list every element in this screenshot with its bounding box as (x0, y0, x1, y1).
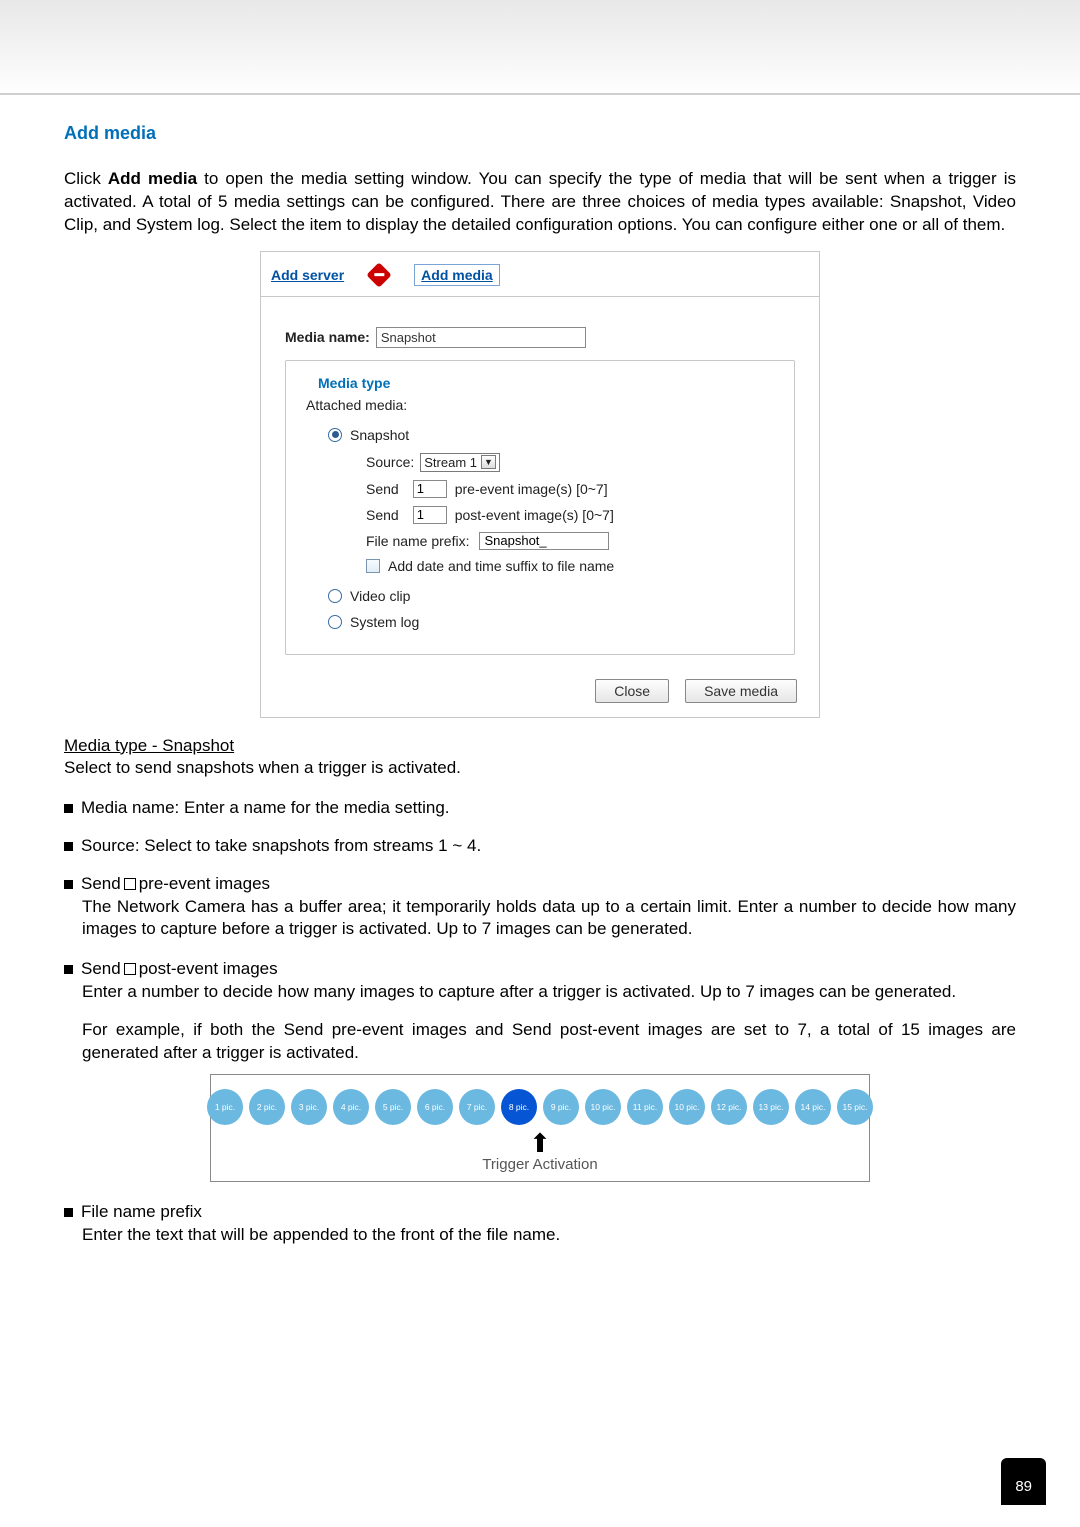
intro-text-a: Click (64, 169, 108, 188)
bullet-desc: Enter the text that will be appended to … (82, 1224, 1016, 1246)
bullet-text: Media name: Enter a name for the media s… (81, 798, 450, 818)
trigger-activation-label: Trigger Activation (221, 1156, 859, 1173)
source-value: Stream 1 (424, 455, 477, 470)
tab-add-media[interactable]: Add media (414, 264, 500, 286)
arrow-up-icon: ⬆ (221, 1133, 859, 1154)
date-suffix-row[interactable]: Add date and time suffix to file name (366, 558, 776, 574)
bullet-pre-event: Send pre-event images The Network Camera… (64, 874, 1016, 941)
placeholder-box-icon (124, 963, 136, 975)
panel-body: Media name: Media type Attached media: S… (261, 297, 819, 665)
radio-video-icon (328, 589, 342, 603)
bullet-desc: The Network Camera has a buffer area; it… (82, 896, 1016, 941)
prefix-row: File name prefix: (366, 532, 776, 550)
bullet-source: Source: Select to take snapshots from st… (64, 836, 1016, 856)
bullet-icon (64, 804, 73, 813)
source-select[interactable]: Stream 1 ▼ (420, 453, 500, 472)
media-name-label: Media name: (285, 329, 370, 345)
pre-event-row: Send pre-event image(s) [0~7] (366, 480, 776, 498)
send-label-1: Send (366, 481, 399, 497)
tab-add-server[interactable]: Add server (271, 267, 344, 283)
radio-syslog-label: System log (350, 614, 419, 630)
prefix-input[interactable] (479, 532, 609, 550)
media-settings-panel: Add server Add media Media name: Media t… (260, 251, 820, 718)
section-title: Add media (64, 123, 1016, 144)
diagram-circle: 15 pic. (837, 1089, 873, 1125)
placeholder-box-icon (124, 878, 136, 890)
bullet-lead: File name prefix (81, 1202, 202, 1222)
radio-video-label: Video clip (350, 588, 410, 604)
intro-paragraph: Click Add media to open the media settin… (64, 168, 1016, 237)
bullet-text: Source: Select to take snapshots from st… (81, 836, 481, 856)
bullet-list: Media name: Enter a name for the media s… (64, 798, 1016, 1246)
trigger-diagram: 1 pic.2 pic.3 pic.4 pic.5 pic.6 pic.7 pi… (210, 1074, 870, 1182)
diagram-circle: 9 pic. (543, 1089, 579, 1125)
diagram-circle: 8 pic. (501, 1089, 537, 1125)
radio-syslog-row[interactable]: System log (328, 614, 776, 630)
diagram-circle: 14 pic. (795, 1089, 831, 1125)
bullet-desc-2: For example, if both the Send pre-event … (82, 1019, 1016, 1064)
subheading-text: Select to send snapshots when a trigger … (64, 758, 1016, 778)
save-media-button[interactable]: Save media (685, 679, 797, 703)
prefix-label: File name prefix: (366, 533, 469, 549)
send-label-2: Send (366, 507, 399, 523)
attached-media-label: Attached media: (306, 397, 776, 413)
media-name-input[interactable] (376, 327, 586, 348)
date-suffix-label: Add date and time suffix to file name (388, 558, 614, 574)
radio-snapshot-label: Snapshot (350, 427, 409, 443)
bullet-lead-a: Send (81, 959, 121, 979)
bullet-desc-1: Enter a number to decide how many images… (82, 981, 1016, 1003)
intro-text-c: to open the media setting window. You ca… (64, 169, 1016, 234)
media-type-fieldset: Media type Attached media: Snapshot Sour… (285, 360, 795, 655)
bullet-icon (64, 842, 73, 851)
panel-buttons: Close Save media (261, 665, 819, 717)
bullet-icon (64, 965, 73, 974)
panel-tabs: Add server Add media (261, 251, 819, 297)
diagram-circle: 1 pic. (207, 1089, 243, 1125)
intro-bold: Add media (108, 169, 197, 188)
chevron-down-icon: ▼ (481, 455, 496, 469)
page-number: 89 (1001, 1458, 1046, 1505)
diagram-circle: 11 pic. (627, 1089, 663, 1125)
diagram-circle: 3 pic. (291, 1089, 327, 1125)
bullet-icon (64, 1208, 73, 1217)
bullet-lead-a: Send (81, 874, 121, 894)
pre-event-text: pre-event image(s) [0~7] (455, 481, 608, 497)
bullet-lead-b: pre-event images (139, 874, 270, 894)
diagram-circle: 6 pic. (417, 1089, 453, 1125)
diagram-circle: 4 pic. (333, 1089, 369, 1125)
diagram-circle: 13 pic. (753, 1089, 789, 1125)
diagram-circle: 12 pic. (711, 1089, 747, 1125)
diagram-circles: 1 pic.2 pic.3 pic.4 pic.5 pic.6 pic.7 pi… (221, 1089, 859, 1125)
radio-syslog-icon (328, 615, 342, 629)
source-label: Source: (366, 454, 414, 470)
subheading: Media type - Snapshot (64, 736, 1016, 756)
media-name-row: Media name: (285, 327, 795, 348)
radio-snapshot-row[interactable]: Snapshot (328, 427, 776, 443)
stop-icon (366, 262, 391, 287)
close-button[interactable]: Close (595, 679, 669, 703)
checkbox-icon (366, 559, 380, 573)
diagram-circle: 7 pic. (459, 1089, 495, 1125)
post-event-input[interactable] (413, 506, 447, 524)
source-row: Source: Stream 1 ▼ (366, 453, 776, 472)
post-event-row: Send post-event image(s) [0~7] (366, 506, 776, 524)
radio-snapshot-icon (328, 428, 342, 442)
bullet-icon (64, 880, 73, 889)
diagram-circle: 10 pic. (669, 1089, 705, 1125)
bullet-file-prefix: File name prefix Enter the text that wil… (64, 1202, 1016, 1246)
page-content: Add media Click Add media to open the me… (0, 95, 1080, 1246)
bullet-media-name: Media name: Enter a name for the media s… (64, 798, 1016, 818)
post-event-text: post-event image(s) [0~7] (455, 507, 614, 523)
radio-video-row[interactable]: Video clip (328, 588, 776, 604)
diagram-circle: 2 pic. (249, 1089, 285, 1125)
diagram-circle: 5 pic. (375, 1089, 411, 1125)
diagram-circle: 10 pic. (585, 1089, 621, 1125)
media-type-legend: Media type (312, 375, 396, 391)
page-header-gradient (0, 0, 1080, 95)
bullet-post-event: Send post-event images Enter a number to… (64, 959, 1016, 1182)
pre-event-input[interactable] (413, 480, 447, 498)
bullet-lead-b: post-event images (139, 959, 278, 979)
